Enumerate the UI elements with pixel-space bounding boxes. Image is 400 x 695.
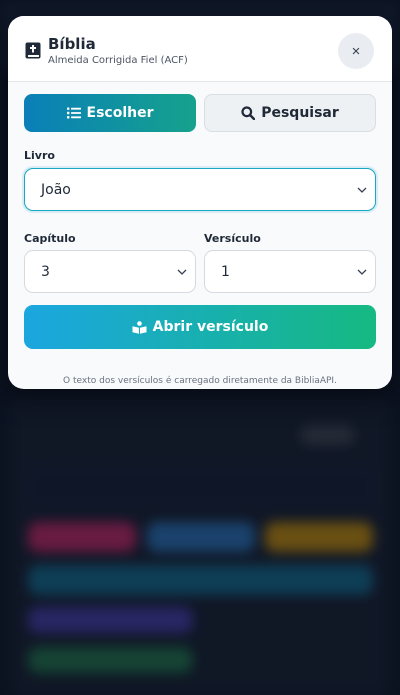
chevron-down-icon [357, 187, 367, 193]
chevron-down-icon [177, 269, 187, 275]
tab-choose-label: Escolher [86, 105, 154, 121]
background-chip [300, 425, 355, 445]
book-select[interactable]: João [24, 168, 376, 211]
chapter-label: Capítulo [24, 232, 76, 245]
background-field [28, 468, 375, 506]
chapter-select[interactable]: 3 [24, 250, 196, 293]
search-icon [241, 106, 256, 120]
book-reader-icon [132, 320, 147, 334]
chevron-down-icon [357, 269, 367, 275]
close-button[interactable]: × [338, 33, 374, 69]
bible-icon [25, 42, 41, 59]
background-pink-button [28, 522, 136, 552]
background-blue-button [147, 522, 255, 552]
background-purple-button [28, 607, 193, 633]
bible-modal: Bíblia Almeida Corrigida Fiel (ACF) × Es… [8, 16, 392, 389]
chapter-value: 3 [41, 263, 50, 280]
footer-note: O texto dos versículos é carregado diret… [63, 376, 337, 386]
open-verse-label: Abrir versículo [152, 319, 269, 335]
verse-select[interactable]: 1 [204, 250, 376, 293]
tab-choose[interactable]: Escolher [24, 94, 196, 132]
background-cyan-button [28, 565, 373, 595]
verse-value: 1 [221, 263, 230, 280]
modal-subtitle: Almeida Corrigida Fiel (ACF) [48, 55, 188, 66]
close-icon: × [351, 42, 361, 60]
background-yellow-button [265, 522, 373, 552]
open-verse-button[interactable]: Abrir versículo [24, 305, 376, 349]
tab-search-label: Pesquisar [261, 105, 339, 121]
verse-label: Versículo [204, 232, 261, 245]
modal-title: Bíblia [48, 35, 96, 53]
tab-search[interactable]: Pesquisar [204, 94, 376, 132]
book-value: João [41, 181, 71, 198]
modal-header: Bíblia Almeida Corrigida Fiel (ACF) × [8, 16, 392, 82]
background-green-button [28, 647, 193, 673]
list-icon [66, 107, 81, 119]
book-label: Livro [24, 149, 55, 162]
